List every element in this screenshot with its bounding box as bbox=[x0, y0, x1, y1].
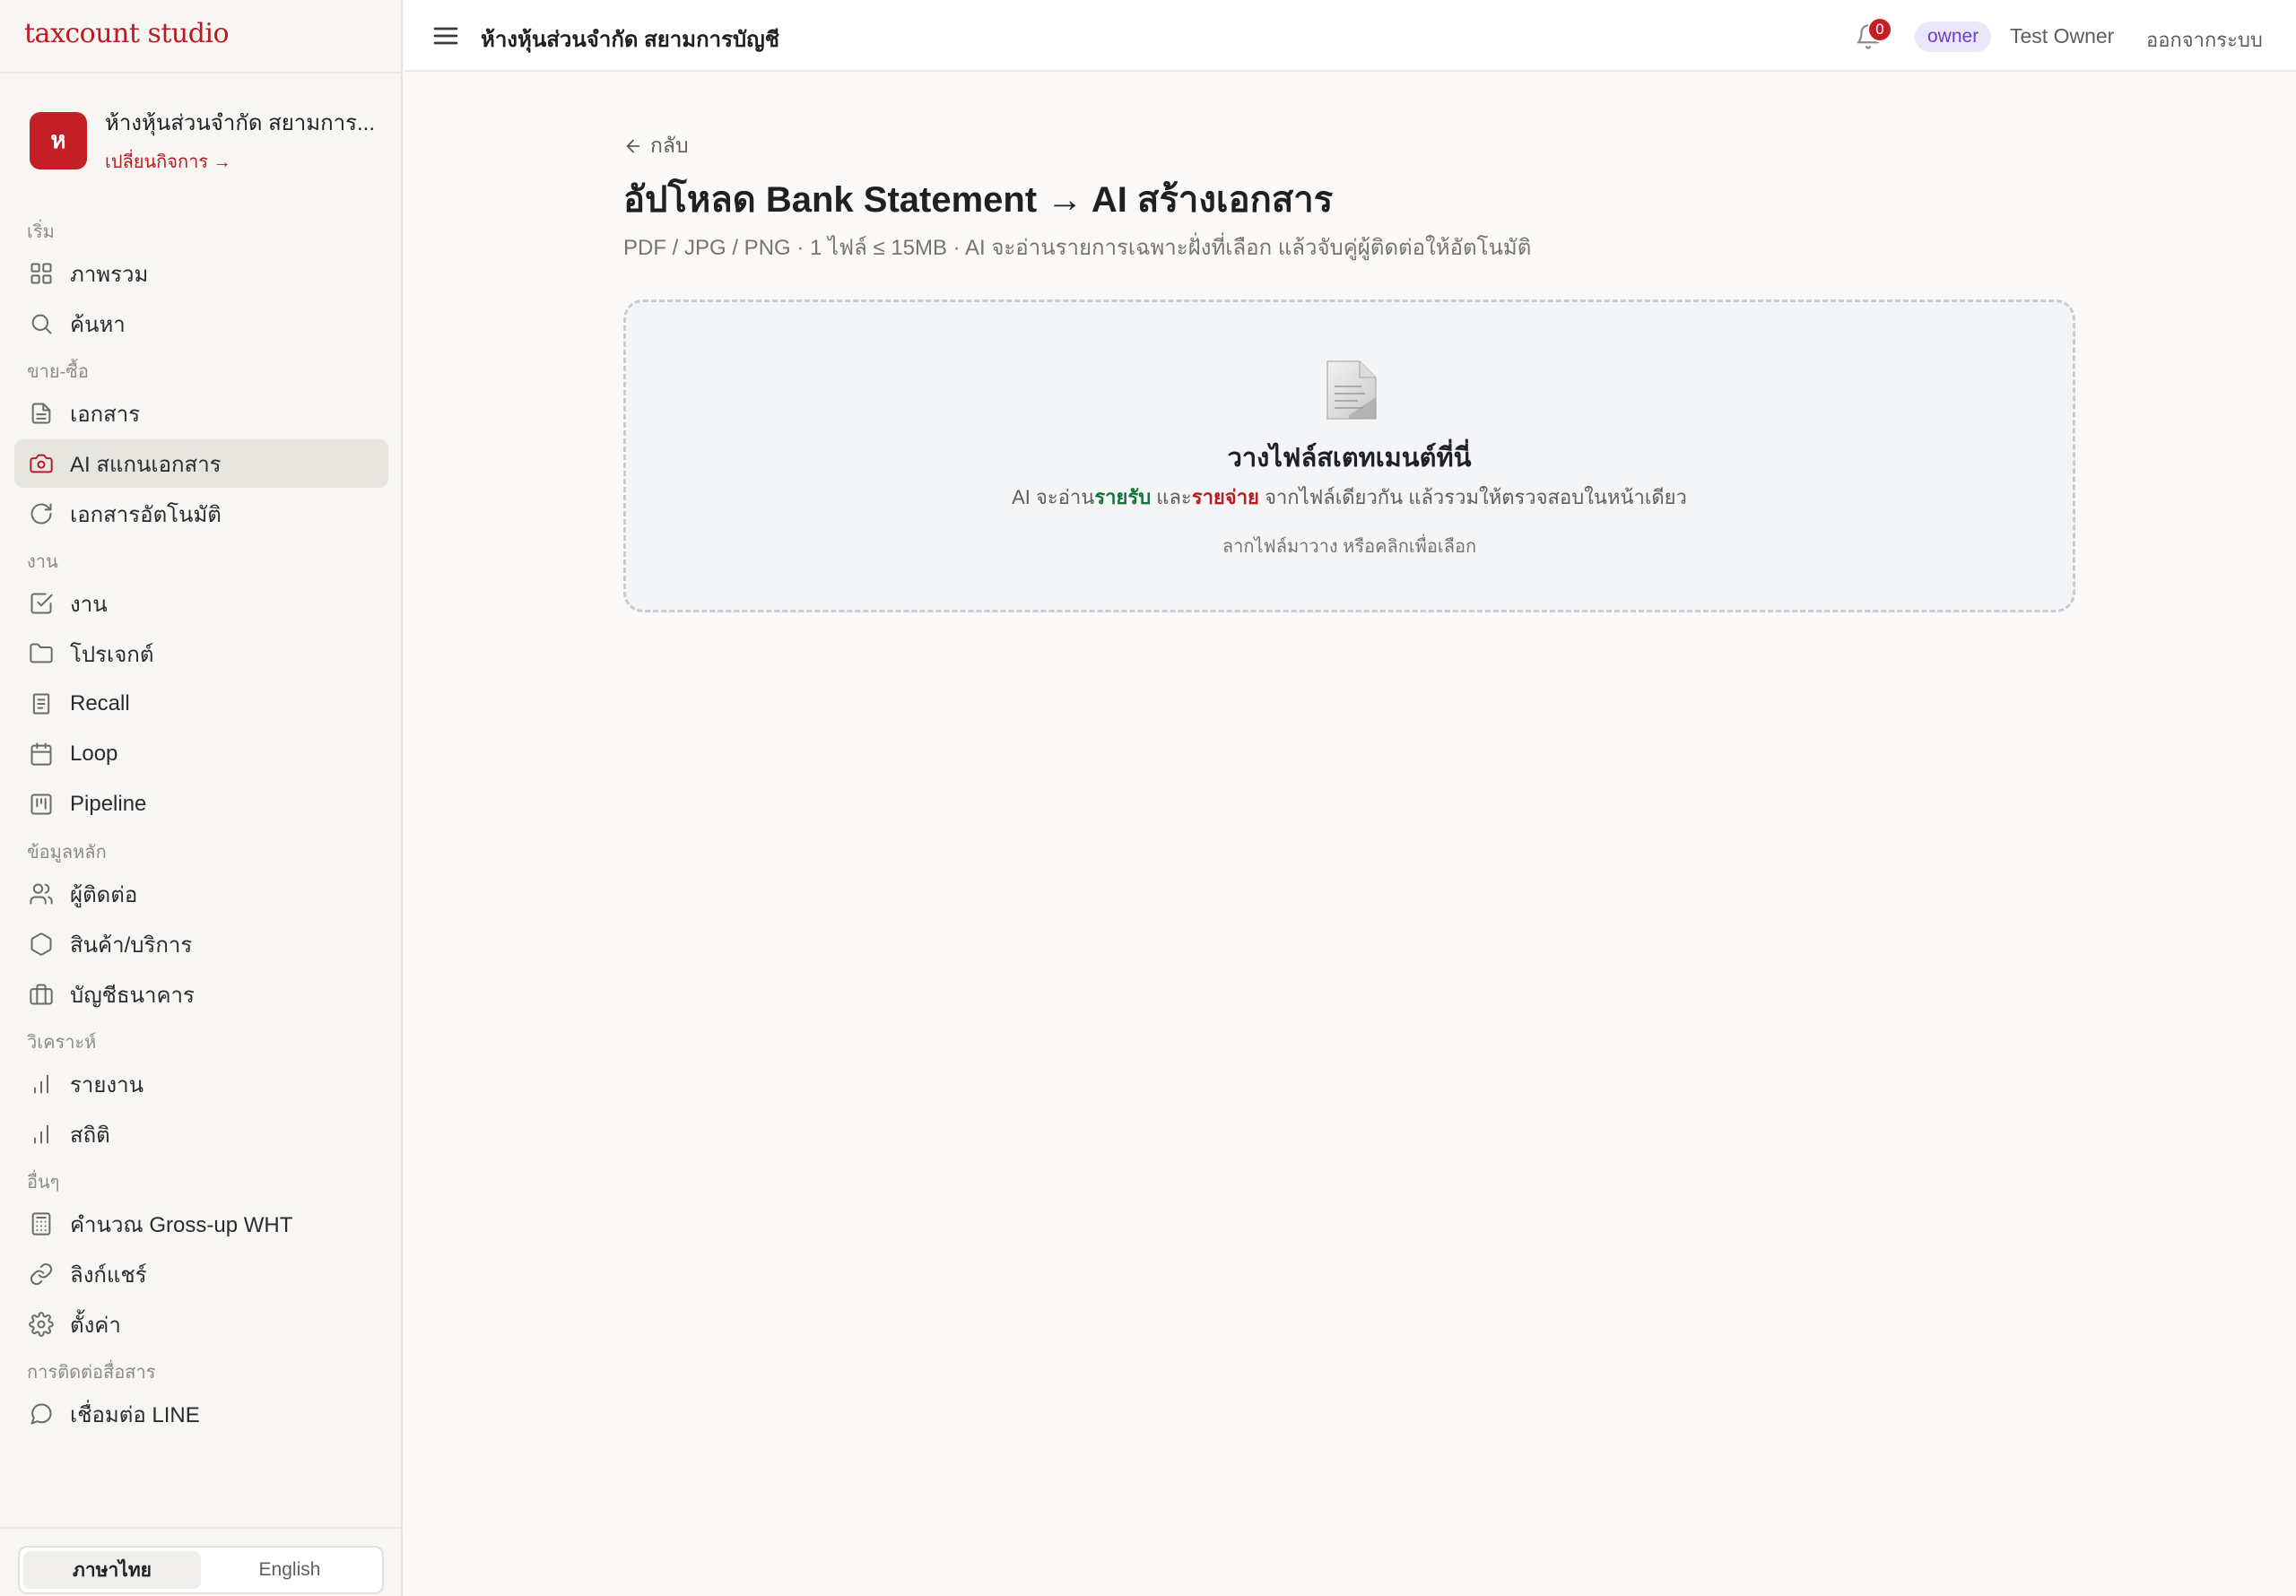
logout-button[interactable]: ออกจากระบบ bbox=[2146, 24, 2263, 56]
nav-section-label: ขาย-ซื้อ bbox=[27, 362, 89, 382]
page-subtitle: PDF / JPG / PNG · 1 ไฟล์ ≤ 15MB · AI จะอ… bbox=[623, 236, 1532, 260]
nav-section-label: งาน bbox=[27, 552, 58, 572]
hexagon-icon bbox=[29, 932, 54, 957]
arrow-left-icon bbox=[626, 139, 640, 153]
sidebar-item[interactable]: คำนวณ Gross-up WHT bbox=[14, 1200, 388, 1248]
folder-icon bbox=[29, 641, 54, 666]
divider bbox=[0, 72, 403, 74]
sidebar-item[interactable]: Loop bbox=[14, 730, 388, 778]
document-icon bbox=[1322, 360, 1381, 422]
lang-thai-button[interactable]: ภาษาไทย bbox=[23, 1551, 201, 1589]
gear-icon bbox=[29, 1312, 54, 1337]
sidebar-item[interactable]: สินค้า/บริการ bbox=[14, 920, 388, 968]
sidebar-item-label: ค้นหา bbox=[70, 312, 126, 337]
sidebar-item[interactable]: เอกสารอัตโนมัติ bbox=[14, 490, 388, 538]
sidebar-item-label: เอกสารอัตโนมัติ bbox=[70, 502, 222, 527]
expense-label: รายจ่าย bbox=[1191, 486, 1259, 508]
search-icon bbox=[29, 311, 54, 336]
sidebar-item-label: โปรเจกต์ bbox=[70, 642, 154, 667]
sidebar-item-label: เชื่อมต่อ LINE bbox=[70, 1402, 200, 1427]
back-link[interactable]: กลับ bbox=[623, 130, 689, 162]
sidebar-item-label: สินค้า/บริการ bbox=[70, 932, 193, 958]
sidebar-item[interactable]: ค้นหา bbox=[14, 299, 388, 348]
back-label: กลับ bbox=[650, 134, 689, 157]
nav-section-label: อื่นๆ bbox=[27, 1173, 60, 1193]
business-switcher[interactable]: ห ห้างหุ้นส่วนจำกัด สยามการ... เปลี่ยนกิ… bbox=[30, 105, 375, 176]
sidebar-item[interactable]: สถิติ bbox=[14, 1110, 388, 1158]
sidebar-item-label: งาน bbox=[70, 592, 108, 617]
sidebar-item-label: Pipeline bbox=[70, 792, 147, 816]
bar-chart-icon bbox=[29, 1122, 54, 1147]
file-dropzone[interactable]: วางไฟล์สเตทเมนต์ที่นี่ AI จะอ่านรายรับ แ… bbox=[623, 299, 2075, 612]
sidebar-item-label: ผู้ติดต่อ bbox=[70, 882, 138, 907]
receipt-icon bbox=[29, 691, 54, 716]
sidebar-item[interactable]: เชื่อมต่อ LINE bbox=[14, 1390, 388, 1438]
sidebar-item[interactable]: เอกสาร bbox=[14, 389, 388, 438]
sidebar-item[interactable]: รายงาน bbox=[14, 1060, 388, 1108]
sidebar-item[interactable]: ลิงก์แชร์ bbox=[14, 1250, 388, 1298]
role-badge: owner bbox=[1915, 22, 1992, 52]
notification-count-badge: 0 bbox=[1867, 17, 1892, 42]
sidebar-item[interactable]: Pipeline bbox=[14, 780, 388, 828]
dropzone-desc-prefix: AI จะอ่าน bbox=[1012, 486, 1095, 508]
sidebar-item[interactable]: ภาพรวม bbox=[14, 249, 388, 298]
sidebar: taxcount studio ห ห้างหุ้นส่วนจำกัด สยาม… bbox=[0, 0, 403, 1596]
check-square-icon bbox=[29, 591, 54, 616]
sidebar-item[interactable]: โปรเจกต์ bbox=[14, 629, 388, 678]
dropzone-title: วางไฟล์สเตทเมนต์ที่นี่ bbox=[1227, 444, 1472, 473]
page-title: อัปโหลด Bank Statement → AI สร้างเอกสาร bbox=[623, 180, 1334, 220]
dropzone-desc-suffix: จากไฟล์เดียวกัน แล้วรวมให้ตรวจสอบในหน้าเ… bbox=[1258, 486, 1687, 508]
document-icon bbox=[29, 401, 54, 426]
sidebar-item-label: สถิติ bbox=[70, 1123, 110, 1148]
language-switcher: ภาษาไทย English bbox=[18, 1546, 384, 1594]
menu-icon[interactable] bbox=[431, 22, 460, 50]
sidebar-item[interactable]: งาน bbox=[14, 579, 388, 628]
sidebar-item-label: ลิงก์แชร์ bbox=[70, 1262, 147, 1288]
user-name[interactable]: Test Owner bbox=[2010, 24, 2114, 48]
dropzone-description: AI จะอ่านรายรับ และรายจ่าย จากไฟล์เดียวก… bbox=[626, 481, 2073, 513]
calculator-icon bbox=[29, 1211, 54, 1236]
sidebar-item-label: คำนวณ Gross-up WHT bbox=[70, 1212, 293, 1237]
sidebar-nav: เริ่มภาพรวมค้นหาขาย-ซื้อเอกสาร AI สแกนเอก… bbox=[0, 208, 403, 1440]
link-icon bbox=[29, 1262, 54, 1287]
bar-chart-icon bbox=[29, 1071, 54, 1097]
page-header-title: ห้างหุ้นส่วนจำกัด สยามการบัญชี bbox=[481, 28, 779, 52]
business-avatar: ห bbox=[30, 111, 87, 169]
dropzone-hint: ลากไฟล์มาวาง หรือคลิกเพื่อเลือก bbox=[1222, 537, 1477, 557]
lang-english-button[interactable]: English bbox=[201, 1551, 378, 1589]
sidebar-item-label: รายงาน bbox=[70, 1072, 144, 1097]
briefcase-icon bbox=[29, 982, 54, 1007]
kanban-icon bbox=[29, 792, 54, 817]
sidebar-item-label: บัญชีธนาคาร bbox=[70, 983, 195, 1008]
nav-section-label: วิเคราะห์ bbox=[27, 1033, 97, 1053]
sidebar-item-label: ภาพรวม bbox=[70, 262, 149, 287]
calendar-icon bbox=[29, 742, 54, 767]
sidebar-item-label: Loop bbox=[70, 742, 118, 766]
refresh-icon bbox=[29, 501, 54, 526]
users-icon bbox=[29, 881, 54, 906]
chat-icon bbox=[29, 1401, 54, 1427]
sidebar-item-label: Recall bbox=[70, 691, 130, 716]
sidebar-item[interactable]: AI สแกนเอกสาร bbox=[14, 439, 388, 488]
sidebar-item[interactable]: ตั้งค่า bbox=[14, 1300, 388, 1349]
camera-icon bbox=[29, 451, 54, 476]
dropzone-desc-and: และ bbox=[1151, 486, 1192, 508]
income-label: รายรับ bbox=[1094, 486, 1152, 508]
sidebar-item-label: AI สแกนเอกสาร bbox=[70, 452, 222, 477]
divider bbox=[0, 1527, 403, 1529]
business-name: ห้างหุ้นส่วนจำกัด สยามการ... bbox=[105, 111, 376, 135]
grid-icon bbox=[29, 261, 54, 286]
sidebar-item-label: ตั้งค่า bbox=[70, 1313, 121, 1338]
sidebar-item[interactable]: ผู้ติดต่อ bbox=[14, 870, 388, 918]
top-bar: ห้างหุ้นส่วนจำกัด สยามการบัญชี 0 owner T… bbox=[404, 0, 2296, 72]
brand-logo[interactable]: taxcount studio bbox=[24, 18, 230, 49]
switch-business-link[interactable]: เปลี่ยนกิจการ → bbox=[105, 147, 375, 176]
nav-section-label: ข้อมูลหลัก bbox=[27, 843, 107, 863]
nav-section-label: เริ่ม bbox=[27, 222, 55, 242]
sidebar-item-label: เอกสาร bbox=[70, 402, 141, 427]
nav-section-label: การติดต่อสื่อสาร bbox=[27, 1363, 156, 1383]
sidebar-item[interactable]: Recall bbox=[14, 680, 388, 728]
sidebar-item[interactable]: บัญชีธนาคาร bbox=[14, 970, 388, 1019]
